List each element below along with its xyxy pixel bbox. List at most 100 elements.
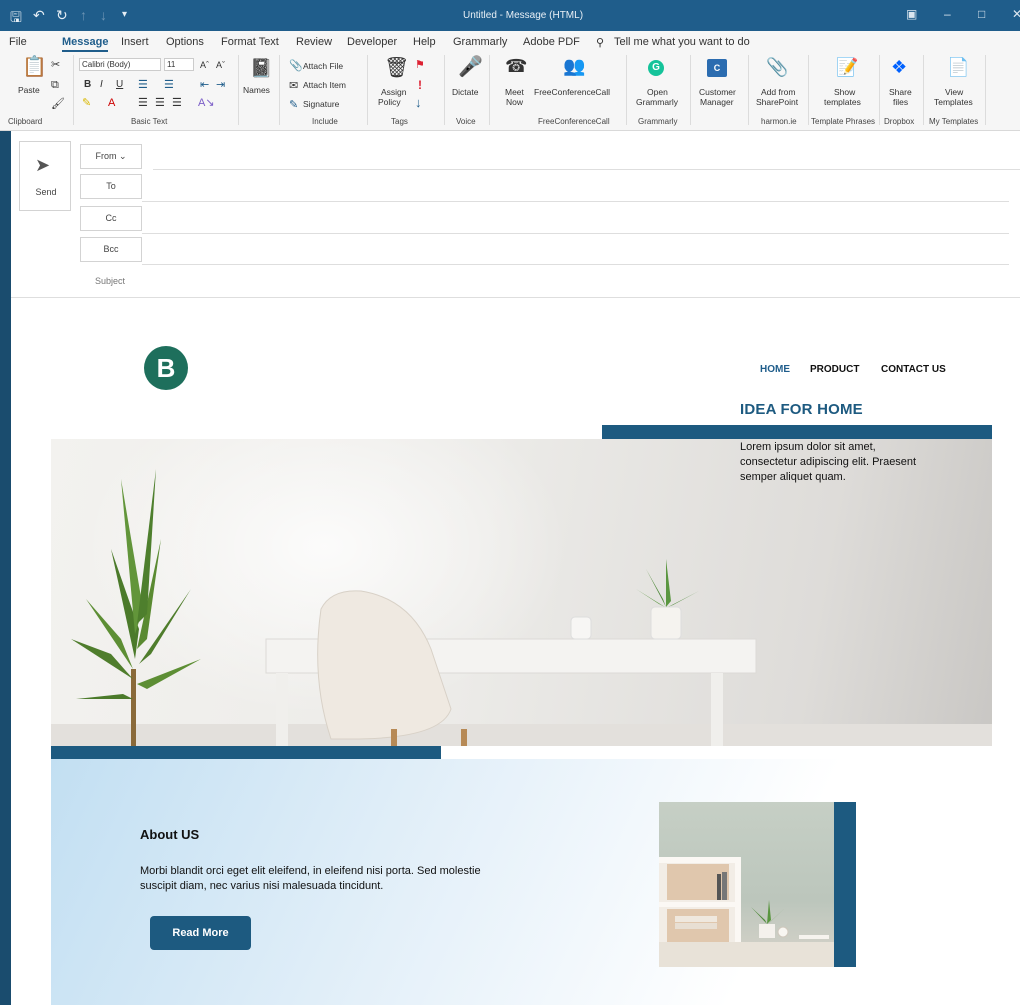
bullets-icon[interactable]: ☰: [138, 77, 148, 93]
title-bar: 🖫 ↶ ↻ ↑ ↓ ▾ Untitled - Message (HTML) ▣ …: [0, 0, 1020, 31]
bold-icon[interactable]: B: [84, 77, 91, 93]
maximize-icon[interactable]: □: [978, 7, 985, 21]
underline-icon[interactable]: U: [116, 77, 123, 93]
highlight-icon[interactable]: ✎: [82, 95, 91, 111]
tab-help[interactable]: Help: [413, 36, 436, 48]
sharepoint-attach-icon[interactable]: 📎: [766, 58, 788, 76]
down-arrow-icon[interactable]: ↓: [100, 7, 107, 23]
tab-adobe-pdf[interactable]: Adobe PDF: [523, 36, 580, 48]
nav-home[interactable]: HOME: [760, 364, 790, 375]
assign-policy-label-2[interactable]: Policy: [378, 97, 401, 107]
decrease-indent-icon[interactable]: ⇤: [200, 77, 209, 93]
follow-up-flag-icon[interactable]: ⚑: [415, 57, 425, 73]
nav-product[interactable]: PRODUCT: [810, 364, 859, 375]
tell-me-search[interactable]: Tell me what you want to do: [614, 36, 750, 48]
align-center-icon[interactable]: ☰: [155, 95, 165, 111]
freeconferencecall-button[interactable]: FreeConferenceCall: [534, 87, 610, 97]
signature-button[interactable]: Signature: [303, 99, 339, 109]
high-importance-icon[interactable]: !: [418, 77, 422, 93]
show-templates-icon[interactable]: 📝: [836, 58, 858, 76]
microphone-icon[interactable]: 🎤: [458, 57, 483, 77]
tab-file[interactable]: File: [9, 36, 27, 48]
tab-review[interactable]: Review: [296, 36, 332, 48]
font-name-select[interactable]: Calibri (Body): [79, 58, 161, 71]
increase-indent-icon[interactable]: ⇥: [216, 77, 225, 93]
view-templates-label-2[interactable]: Templates: [934, 97, 973, 107]
format-painter-icon[interactable]: 🖌: [51, 96, 65, 112]
meet-now-label-2[interactable]: Now: [506, 97, 523, 107]
tab-format-text[interactable]: Format Text: [221, 36, 279, 48]
to-field[interactable]: [142, 201, 1009, 202]
paste-icon[interactable]: 📋: [22, 57, 47, 77]
ribbon-display-icon[interactable]: ▣: [906, 7, 917, 21]
shelf-scene: [659, 857, 834, 967]
show-templates-label-2[interactable]: templates: [824, 97, 861, 107]
to-button[interactable]: To: [80, 174, 142, 199]
address-book-icon[interactable]: 📓: [250, 59, 272, 77]
open-grammarly-label-1[interactable]: Open: [647, 87, 668, 97]
cc-button[interactable]: Cc: [80, 206, 142, 231]
dropbox-icon[interactable]: ❖: [891, 58, 907, 76]
meet-now-icon[interactable]: ☎: [505, 57, 527, 75]
divider: [690, 55, 691, 125]
send-button[interactable]: ➤ Send: [19, 141, 71, 211]
customer-manager-label-2[interactable]: Manager: [700, 97, 734, 107]
numbering-icon[interactable]: ☰: [164, 77, 174, 93]
tab-insert[interactable]: Insert: [121, 36, 149, 48]
open-grammarly-label-2[interactable]: Grammarly: [636, 97, 678, 107]
tab-options[interactable]: Options: [166, 36, 204, 48]
cut-icon[interactable]: ✂: [51, 57, 60, 73]
customize-quick-access-icon[interactable]: ▾: [122, 9, 127, 20]
paste-button[interactable]: Paste: [18, 85, 40, 95]
attach-item-button[interactable]: Attach Item: [303, 80, 346, 90]
attach-file-button[interactable]: Attach File: [303, 61, 343, 71]
add-from-sharepoint-label-2[interactable]: SharePoint: [756, 97, 798, 107]
italic-icon[interactable]: I: [100, 77, 103, 93]
ribbon: 📋 Paste ✂ ⧉ 🖌 Clipboard Calibri (Body) 1…: [0, 53, 1020, 131]
shrink-font-icon[interactable]: Aˇ: [216, 57, 225, 73]
redo-icon[interactable]: ↻: [56, 7, 68, 24]
customer-manager-label-1[interactable]: Customer: [699, 87, 736, 97]
dictate-button[interactable]: Dictate: [452, 87, 478, 97]
share-files-label-2[interactable]: files: [893, 97, 908, 107]
align-right-icon[interactable]: ☰: [172, 95, 182, 111]
assign-policy-icon[interactable]: 🗑: [384, 58, 409, 78]
conference-call-icon[interactable]: 👥: [563, 57, 585, 75]
compose-header: ➤ Send From ⌄ To Cc Bcc Subject: [11, 131, 1020, 298]
share-files-label-1[interactable]: Share: [889, 87, 912, 97]
meet-now-label-1[interactable]: Meet: [505, 87, 524, 97]
save-icon[interactable]: 🖫: [10, 7, 22, 31]
attach-item-icon[interactable]: ✉: [289, 78, 298, 94]
email-body[interactable]: B HOME PRODUCT CONTACT US IDEA FOR HOME …: [11, 298, 1020, 1005]
add-from-sharepoint-label-1[interactable]: Add from: [761, 87, 796, 97]
attach-file-icon[interactable]: 📎: [289, 58, 303, 74]
tab-developer[interactable]: Developer: [347, 36, 397, 48]
undo-icon[interactable]: ↶: [33, 7, 45, 24]
cc-field[interactable]: [142, 233, 1009, 234]
customer-manager-icon[interactable]: C: [707, 59, 727, 77]
read-more-button[interactable]: Read More: [150, 916, 251, 950]
align-left-icon[interactable]: ☰: [138, 95, 148, 111]
view-templates-label-1[interactable]: View: [945, 87, 963, 97]
bcc-button[interactable]: Bcc: [80, 237, 142, 262]
clear-formatting-icon[interactable]: A↘: [198, 95, 215, 111]
signature-icon[interactable]: ✎: [289, 97, 298, 113]
tab-message[interactable]: Message: [62, 36, 108, 48]
copy-icon[interactable]: ⧉: [51, 77, 59, 93]
minimize-icon[interactable]: –: [944, 7, 951, 21]
low-importance-icon[interactable]: ↓: [415, 95, 422, 111]
view-templates-icon[interactable]: 📄: [947, 58, 969, 76]
font-color-icon[interactable]: A: [108, 95, 115, 111]
assign-policy-label-1[interactable]: Assign: [381, 87, 407, 97]
names-button[interactable]: Names: [243, 85, 270, 95]
from-button[interactable]: From ⌄: [80, 144, 142, 169]
font-size-select[interactable]: 11: [164, 58, 194, 71]
up-arrow-icon[interactable]: ↑: [80, 7, 87, 23]
grammarly-icon[interactable]: G: [648, 60, 664, 76]
show-templates-label-1[interactable]: Show: [834, 87, 855, 97]
bcc-field[interactable]: [142, 264, 1009, 265]
nav-contact-us[interactable]: CONTACT US: [881, 364, 946, 375]
grow-font-icon[interactable]: Aˆ: [200, 57, 209, 73]
close-icon[interactable]: ✕: [1012, 7, 1020, 21]
tab-grammarly[interactable]: Grammarly: [453, 36, 507, 48]
